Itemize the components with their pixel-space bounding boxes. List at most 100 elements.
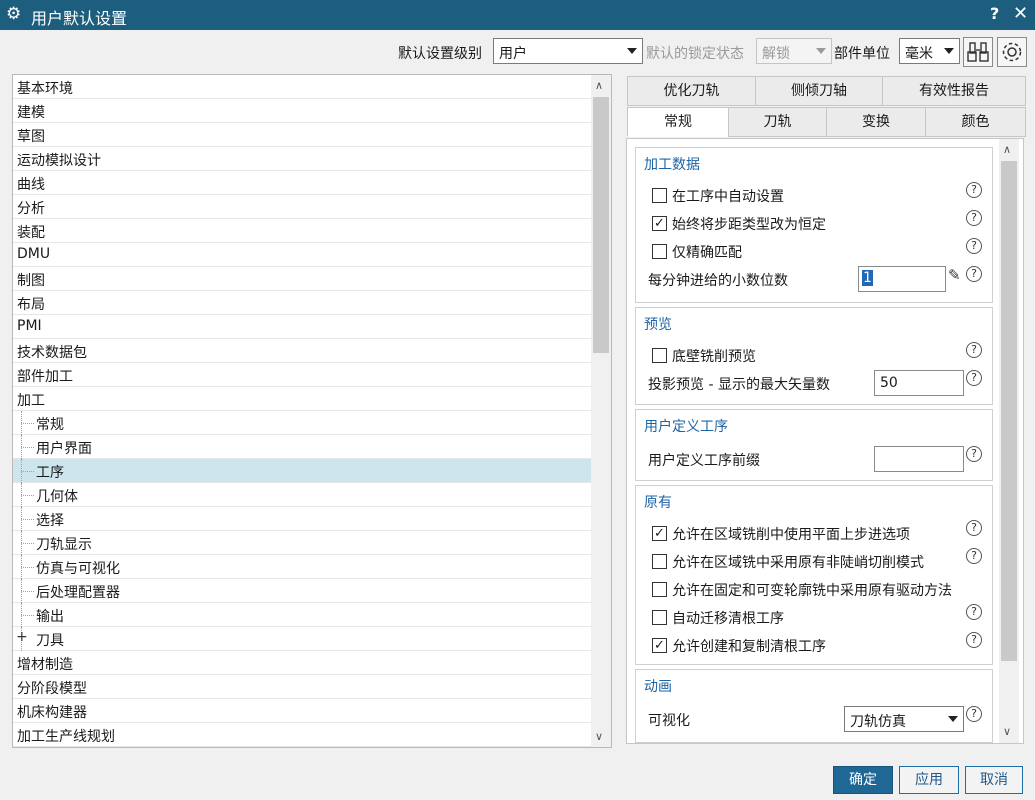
tree-item[interactable]: 草图 <box>13 123 591 147</box>
tree-child-item[interactable]: 仿真与可视化 <box>13 555 591 579</box>
find-button[interactable] <box>963 37 993 67</box>
tab-validity-report[interactable]: 有效性报告 <box>882 76 1026 106</box>
checkbox[interactable] <box>652 348 667 363</box>
help-icon[interactable]: ? <box>966 446 982 462</box>
help-icon[interactable]: ? <box>966 604 982 620</box>
tree-item[interactable]: 技术数据包 <box>13 339 591 363</box>
tree-child-item[interactable]: 刀轨显示 <box>13 531 591 555</box>
floor-wall-preview-option[interactable]: 底壁铣削预览 <box>648 344 988 368</box>
tab-transform[interactable]: 变换 <box>826 107 926 137</box>
group-title: 加工数据 <box>644 157 700 173</box>
visualize-select[interactable]: 刀轨仿真 <box>844 706 964 732</box>
panel-scrollbar[interactable]: ∧ ∨ <box>999 139 1019 743</box>
tree-item-label: PMI <box>17 318 42 334</box>
ok-button[interactable]: 确定 <box>833 766 893 794</box>
tree-item[interactable]: PMI <box>13 315 591 339</box>
help-icon[interactable]: ? <box>966 632 982 648</box>
tree-item[interactable]: 部件加工 <box>13 363 591 387</box>
scroll-thumb[interactable] <box>1001 161 1017 661</box>
help-icon[interactable]: ? <box>966 370 982 386</box>
tree-scrollbar[interactable]: ∧ ∨ <box>591 75 611 747</box>
legacy-option-4[interactable]: 自动迁移清根工序 <box>648 606 988 630</box>
tab-toolpath[interactable]: 刀轨 <box>728 107 827 137</box>
tree-item-label: DMU <box>17 246 51 262</box>
tree-item[interactable]: 分阶段模型 <box>13 675 591 699</box>
tree-item[interactable]: 制图 <box>13 267 591 291</box>
scroll-thumb[interactable] <box>593 97 609 353</box>
tree-item[interactable]: 运动模拟设计 <box>13 147 591 171</box>
tree-child-item[interactable]: + 刀具 <box>13 627 591 651</box>
checkbox[interactable] <box>652 610 667 625</box>
tree-item[interactable]: 装配 <box>13 219 591 243</box>
expand-icon[interactable]: + <box>16 629 28 645</box>
tree-child-item[interactable]: 几何体 <box>13 483 591 507</box>
option-label: 允许创建和复制清根工序 <box>672 639 826 655</box>
category-tree[interactable]: 基本环境 建模 草图 运动模拟设计 曲线 分析 装配 DMU 制图 布局 PMI 技术数据包 部件加工加… <box>12 74 612 748</box>
legacy-option-5[interactable]: ✓ 允许创建和复制清根工序 <box>648 634 988 658</box>
help-icon[interactable]: ? <box>966 548 982 564</box>
max-vectors-value: 50 <box>880 375 898 391</box>
part-unit-select[interactable]: 毫米 <box>899 38 960 64</box>
scroll-up-icon[interactable]: ∧ <box>1003 143 1011 156</box>
tree-item-label: 刀具 <box>36 633 64 649</box>
tree-item[interactable]: 曲线 <box>13 171 591 195</box>
legacy-option-1[interactable]: ✓ 允许在区域铣削中使用平面上步进选项 <box>648 522 988 546</box>
tree-child-item[interactable]: 常规 <box>13 411 591 435</box>
tree-connector <box>21 567 34 568</box>
help-icon[interactable]: ? <box>966 266 982 282</box>
help-icon[interactable]: ? <box>966 520 982 536</box>
tree-child-item[interactable]: 用户界面 <box>13 435 591 459</box>
max-vectors-input[interactable]: 50 <box>874 370 964 396</box>
feed-decimals-input[interactable]: 1 <box>858 266 946 292</box>
checkbox[interactable] <box>652 188 667 203</box>
tree-item[interactable]: 分析 <box>13 195 591 219</box>
tree-item[interactable]: 加工 <box>13 387 591 411</box>
help-icon[interactable]: ? <box>966 210 982 226</box>
close-button[interactable]: ✕ <box>1013 3 1028 24</box>
apply-button[interactable]: 应用 <box>899 766 959 794</box>
checkbox[interactable] <box>652 554 667 569</box>
tab-tilt-tool-axis[interactable]: 侧倾刀轴 <box>755 76 883 106</box>
tab-color[interactable]: 颜色 <box>925 107 1026 137</box>
checkbox[interactable]: ✓ <box>652 216 667 231</box>
legacy-option-3[interactable]: 允许在固定和可变轮廓铣中采用原有驱动方法 <box>648 578 988 602</box>
default-level-select[interactable]: 用户 <box>493 38 643 64</box>
tab-optimize-toolpath[interactable]: 优化刀轨 <box>627 76 756 106</box>
checkbox[interactable]: ✓ <box>652 638 667 653</box>
help-icon[interactable]: ? <box>966 342 982 358</box>
lock-state-select[interactable]: 解锁 <box>756 38 832 64</box>
checkbox[interactable]: ✓ <box>652 526 667 541</box>
tree-item[interactable]: DMU <box>13 243 591 267</box>
pencil-icon[interactable]: ✎ <box>948 266 961 284</box>
tree-child-item[interactable]: 输出 <box>13 603 591 627</box>
gear-icon <box>1002 42 1022 62</box>
help-icon[interactable]: ? <box>966 706 982 722</box>
max-vectors-label: 投影预览 - 显示的最大矢量数 <box>648 377 830 393</box>
tree-item[interactable]: 机床构建器 <box>13 699 591 723</box>
checkbox[interactable] <box>652 582 667 597</box>
binoculars-icon <box>967 42 989 62</box>
user-prefix-input[interactable] <box>874 446 964 472</box>
scroll-down-icon[interactable]: ∨ <box>1003 725 1011 738</box>
tree-item[interactable]: 加工生产线规划 <box>13 723 591 747</box>
tree-child-item[interactable]: 后处理配置器 <box>13 579 591 603</box>
help-button[interactable]: ? <box>990 4 999 23</box>
scroll-down-icon[interactable]: ∨ <box>595 730 603 743</box>
help-icon[interactable]: ? <box>966 182 982 198</box>
tree-child-item[interactable]: 工序 <box>13 459 591 483</box>
checkbox[interactable] <box>652 244 667 259</box>
settings-button[interactable] <box>997 37 1027 67</box>
tree-item[interactable]: 布局 <box>13 291 591 315</box>
help-icon[interactable]: ? <box>966 238 982 254</box>
scroll-up-icon[interactable]: ∧ <box>595 79 603 92</box>
tree-item[interactable]: 建模 <box>13 99 591 123</box>
exact-match-option[interactable]: 仅精确匹配 <box>648 240 988 264</box>
tree-item[interactable]: 增材制造 <box>13 651 591 675</box>
auto-set-option[interactable]: 在工序中自动设置 <box>648 184 988 208</box>
constant-step-option[interactable]: ✓ 始终将步距类型改为恒定 <box>648 212 988 236</box>
tab-general[interactable]: 常规 <box>627 107 729 137</box>
legacy-option-2[interactable]: 允许在区域铣中采用原有非陡峭切削模式 <box>648 550 988 574</box>
tree-child-item[interactable]: 选择 <box>13 507 591 531</box>
tree-item[interactable]: 基本环境 <box>13 75 591 99</box>
cancel-button[interactable]: 取消 <box>965 766 1023 794</box>
